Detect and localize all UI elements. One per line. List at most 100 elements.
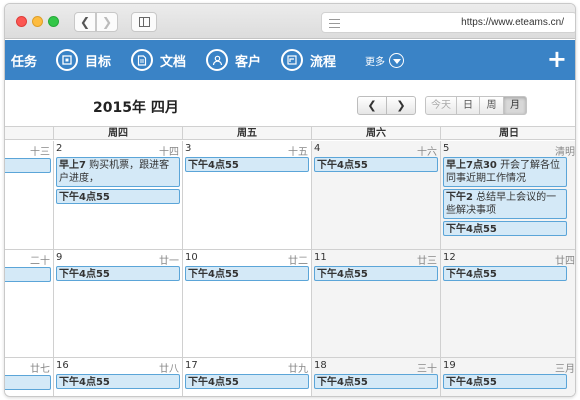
nav-item-workflow[interactable]: 流程 <box>281 40 336 80</box>
day-number: 5 <box>443 143 450 154</box>
event-item[interactable]: 早上7 购买机票，跟进客户进度， <box>56 157 180 187</box>
day-cell[interactable]: 11 廿三 下午4点55 <box>311 250 440 358</box>
event-item[interactable]: 下午4点55 <box>56 189 180 204</box>
close-window-button[interactable] <box>16 16 27 27</box>
month-view-button[interactable]: 月 <box>503 96 527 115</box>
event-time: 下午4点55 <box>59 377 110 388</box>
event-item[interactable]: 下午4点55 <box>314 157 438 172</box>
event-item[interactable]: 下午4点55 <box>56 374 180 389</box>
chevron-down-icon <box>389 52 404 68</box>
day-cell-partial[interactable]: 廿七 <box>5 358 53 396</box>
event-time: 下午4点55 <box>317 269 368 280</box>
day-cell[interactable]: 16 廿八 下午4点55 <box>53 358 182 396</box>
day-number: 2 <box>56 143 63 154</box>
event-time: 下午4点55 <box>446 377 497 388</box>
event-time: 早上7点30 <box>446 160 497 171</box>
sidebar-toggle-button[interactable] <box>131 12 157 32</box>
zoom-window-button[interactable] <box>48 16 59 27</box>
event-time: 下午4点55 <box>446 269 497 280</box>
day-cell-partial[interactable]: 十三 <box>5 141 53 250</box>
lunar-date: 廿九 <box>288 364 308 375</box>
customer-icon <box>206 49 228 71</box>
day-cell[interactable]: 5 清明 早上7点30 开会了解各位同事近期工作情况 下午2 总结早上会议的一些… <box>440 141 575 250</box>
browser-forward-button[interactable]: ❯ <box>96 12 118 32</box>
lunar-date: 三十 <box>417 364 437 375</box>
calendar-grid: 周四 周五 周六 周日 十三 2 十四 早上7 购买机票，跟进客户进度， 下午4… <box>5 126 575 396</box>
event-item[interactable]: 下午4点55 <box>443 221 567 236</box>
next-month-button[interactable]: ❯ <box>386 96 416 115</box>
event-item[interactable] <box>5 267 51 282</box>
event-item[interactable]: 下午4点55 <box>314 374 438 389</box>
day-number: 18 <box>314 360 327 371</box>
day-cell[interactable]: 12 廿四 下午4点55 <box>440 250 575 358</box>
lunar-date: 廿二 <box>288 256 308 267</box>
browser-toolbar: ❮ ❯ https://www.eteams.cn/ <box>5 4 575 39</box>
lunar-date: 廿三 <box>417 256 437 267</box>
event-item[interactable]: 早上7点30 开会了解各位同事近期工作情况 <box>443 157 567 187</box>
day-cell[interactable]: 18 三十 下午4点55 <box>311 358 440 396</box>
calendar-header: 2015年 四月 ❮ ❯ 今天 日 周 月 <box>5 80 575 126</box>
address-url: https://www.eteams.cn/ <box>461 17 564 28</box>
more-menu-button[interactable]: 更多 <box>365 40 404 80</box>
day-number: 16 <box>56 360 69 371</box>
workflow-icon <box>281 49 303 71</box>
event-time: 下午4点55 <box>59 192 110 203</box>
event-item[interactable]: 下午4点55 <box>185 157 309 172</box>
nav-item-customers[interactable]: 客户 <box>206 40 261 80</box>
nav-item-tasks[interactable]: 任务 <box>11 40 37 80</box>
event-item[interactable]: 下午4点55 <box>443 374 567 389</box>
weekday-header: 周五 <box>182 127 311 140</box>
event-time: 早上7 <box>59 160 86 171</box>
event-time: 下午4点55 <box>317 160 368 171</box>
nav-item-label: 流程 <box>310 54 337 70</box>
day-cell-partial[interactable]: 二十 <box>5 250 53 358</box>
event-time: 下午4点55 <box>317 377 368 388</box>
lunar-date: 十三 <box>30 147 50 158</box>
day-cell[interactable]: 17 廿九 下午4点55 <box>182 358 311 396</box>
nav-item-documents[interactable]: 文档 <box>131 40 186 80</box>
day-cell[interactable]: 4 十六 下午4点55 <box>311 141 440 250</box>
lunar-date: 二十 <box>30 256 50 267</box>
day-cell[interactable]: 9 廿一 下午4点55 <box>53 250 182 358</box>
app-nav-bar: 任务 目标 文档 客户 流程 更多 + <box>5 40 575 80</box>
event-item[interactable]: 下午4点55 <box>314 266 438 281</box>
previous-month-button[interactable]: ❮ <box>357 96 387 115</box>
event-time: 下午4点55 <box>188 160 239 171</box>
minimize-window-button[interactable] <box>32 16 43 27</box>
event-item[interactable]: 下午2 总结早上会议的一些解决事项 <box>443 189 567 219</box>
day-number: 17 <box>185 360 198 371</box>
weekday-header: 周六 <box>311 127 440 140</box>
event-item[interactable]: 下午4点55 <box>185 374 309 389</box>
weekday-header-row: 周四 周五 周六 周日 <box>5 126 575 140</box>
event-item[interactable] <box>5 375 51 390</box>
lunar-date: 廿八 <box>159 364 179 375</box>
week-view-button[interactable]: 周 <box>479 96 504 115</box>
nav-item-label: 目标 <box>85 54 112 70</box>
document-icon <box>131 49 153 71</box>
event-item[interactable]: 下午4点55 <box>185 266 309 281</box>
nav-item-label: 任务 <box>11 54 38 70</box>
day-view-button[interactable]: 日 <box>456 96 480 115</box>
address-bar[interactable]: https://www.eteams.cn/ <box>321 12 575 33</box>
day-cell[interactable]: 10 廿二 下午4点55 <box>182 250 311 358</box>
day-cell[interactable]: 19 三月 下午4点55 <box>440 358 575 396</box>
lunar-date: 廿七 <box>30 364 50 375</box>
browser-back-button[interactable]: ❮ <box>74 12 96 32</box>
event-time: 下午4点55 <box>59 269 110 280</box>
event-item[interactable] <box>5 158 51 173</box>
day-cell[interactable]: 3 十五 下午4点55 <box>182 141 311 250</box>
nav-item-label: 文档 <box>160 54 187 70</box>
event-item[interactable]: 下午4点55 <box>56 266 180 281</box>
lunar-date: 十六 <box>417 147 437 158</box>
browser-window: ❮ ❯ https://www.eteams.cn/ 任务 目标 文档 客户 流… <box>4 3 576 397</box>
sidebar-icon <box>139 17 150 27</box>
day-cell[interactable]: 2 十四 早上7 购买机票，跟进客户进度， 下午4点55 <box>53 141 182 250</box>
more-label: 更多 <box>365 56 385 68</box>
event-item[interactable]: 下午4点55 <box>443 266 567 281</box>
nav-item-goals[interactable]: 目标 <box>56 40 111 80</box>
lunar-date: 十五 <box>288 147 308 158</box>
lunar-date: 十四 <box>159 147 179 158</box>
add-button[interactable]: + <box>547 45 567 73</box>
day-number: 9 <box>56 252 63 263</box>
today-button[interactable]: 今天 <box>425 96 457 115</box>
